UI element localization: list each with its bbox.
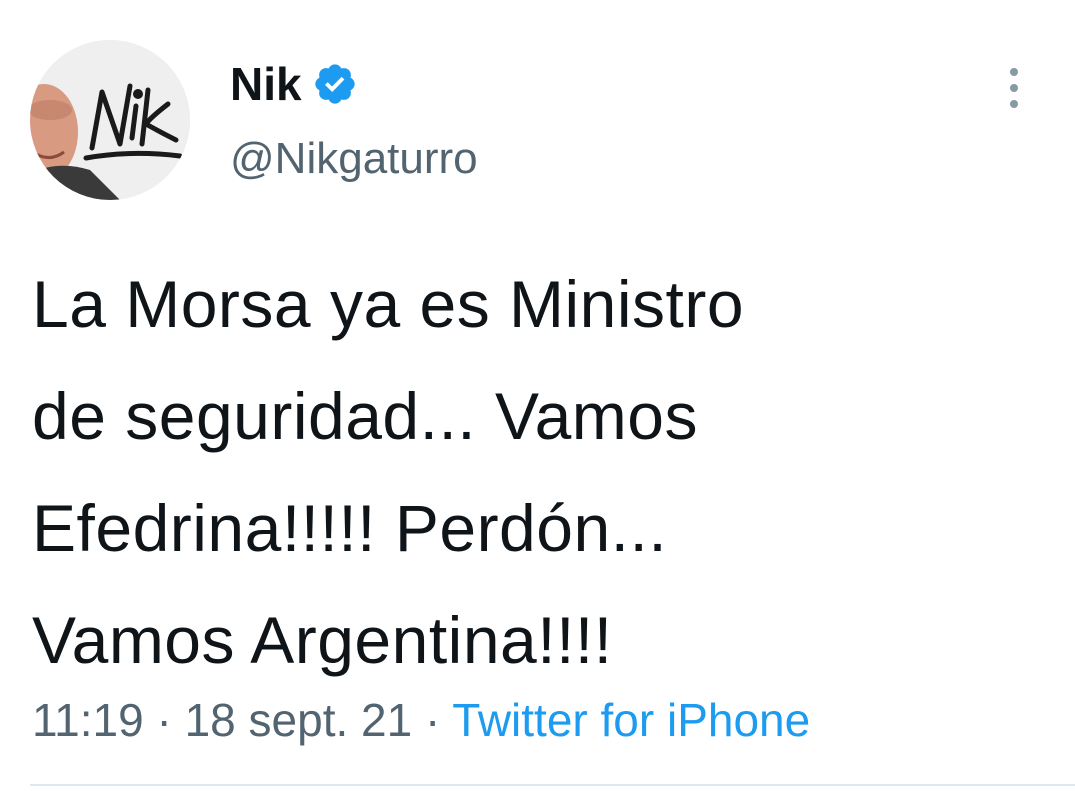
- author-name-row[interactable]: Nik: [230, 56, 358, 112]
- more-dot: [1010, 100, 1018, 108]
- tweet-text-line: Efedrina!!!!! Perdón...: [32, 491, 668, 565]
- tweet-text-line: Vamos Argentina!!!!: [32, 603, 613, 677]
- avatar[interactable]: [30, 40, 190, 200]
- meta-separator: ·: [412, 694, 453, 746]
- tweet-date[interactable]: 18 sept. 21: [185, 694, 413, 746]
- tweet-text: La Morsa ya es Ministro de seguridad... …: [32, 248, 1052, 696]
- more-dot: [1010, 68, 1018, 76]
- avatar-image: [30, 40, 190, 200]
- more-dot: [1010, 84, 1018, 92]
- tweet-metadata: 11:19 · 18 sept. 21 · Twitter for iPhone: [32, 690, 810, 750]
- tweet-text-line: La Morsa ya es Ministro: [32, 267, 745, 341]
- tweet-time[interactable]: 11:19: [32, 694, 144, 746]
- more-options-icon[interactable]: [1000, 64, 1028, 112]
- author-handle[interactable]: @Nikgaturro: [230, 132, 478, 186]
- tweet-text-line: de seguridad... Vamos: [32, 379, 698, 453]
- tweet-card: Nik @Nikgaturro La Morsa ya es Ministro …: [0, 0, 1075, 791]
- display-name[interactable]: Nik: [230, 56, 302, 112]
- verified-badge-icon: [314, 64, 355, 104]
- meta-separator: ·: [143, 694, 185, 746]
- tweet-source-link[interactable]: Twitter for iPhone: [452, 694, 810, 746]
- divider: [30, 784, 1075, 786]
